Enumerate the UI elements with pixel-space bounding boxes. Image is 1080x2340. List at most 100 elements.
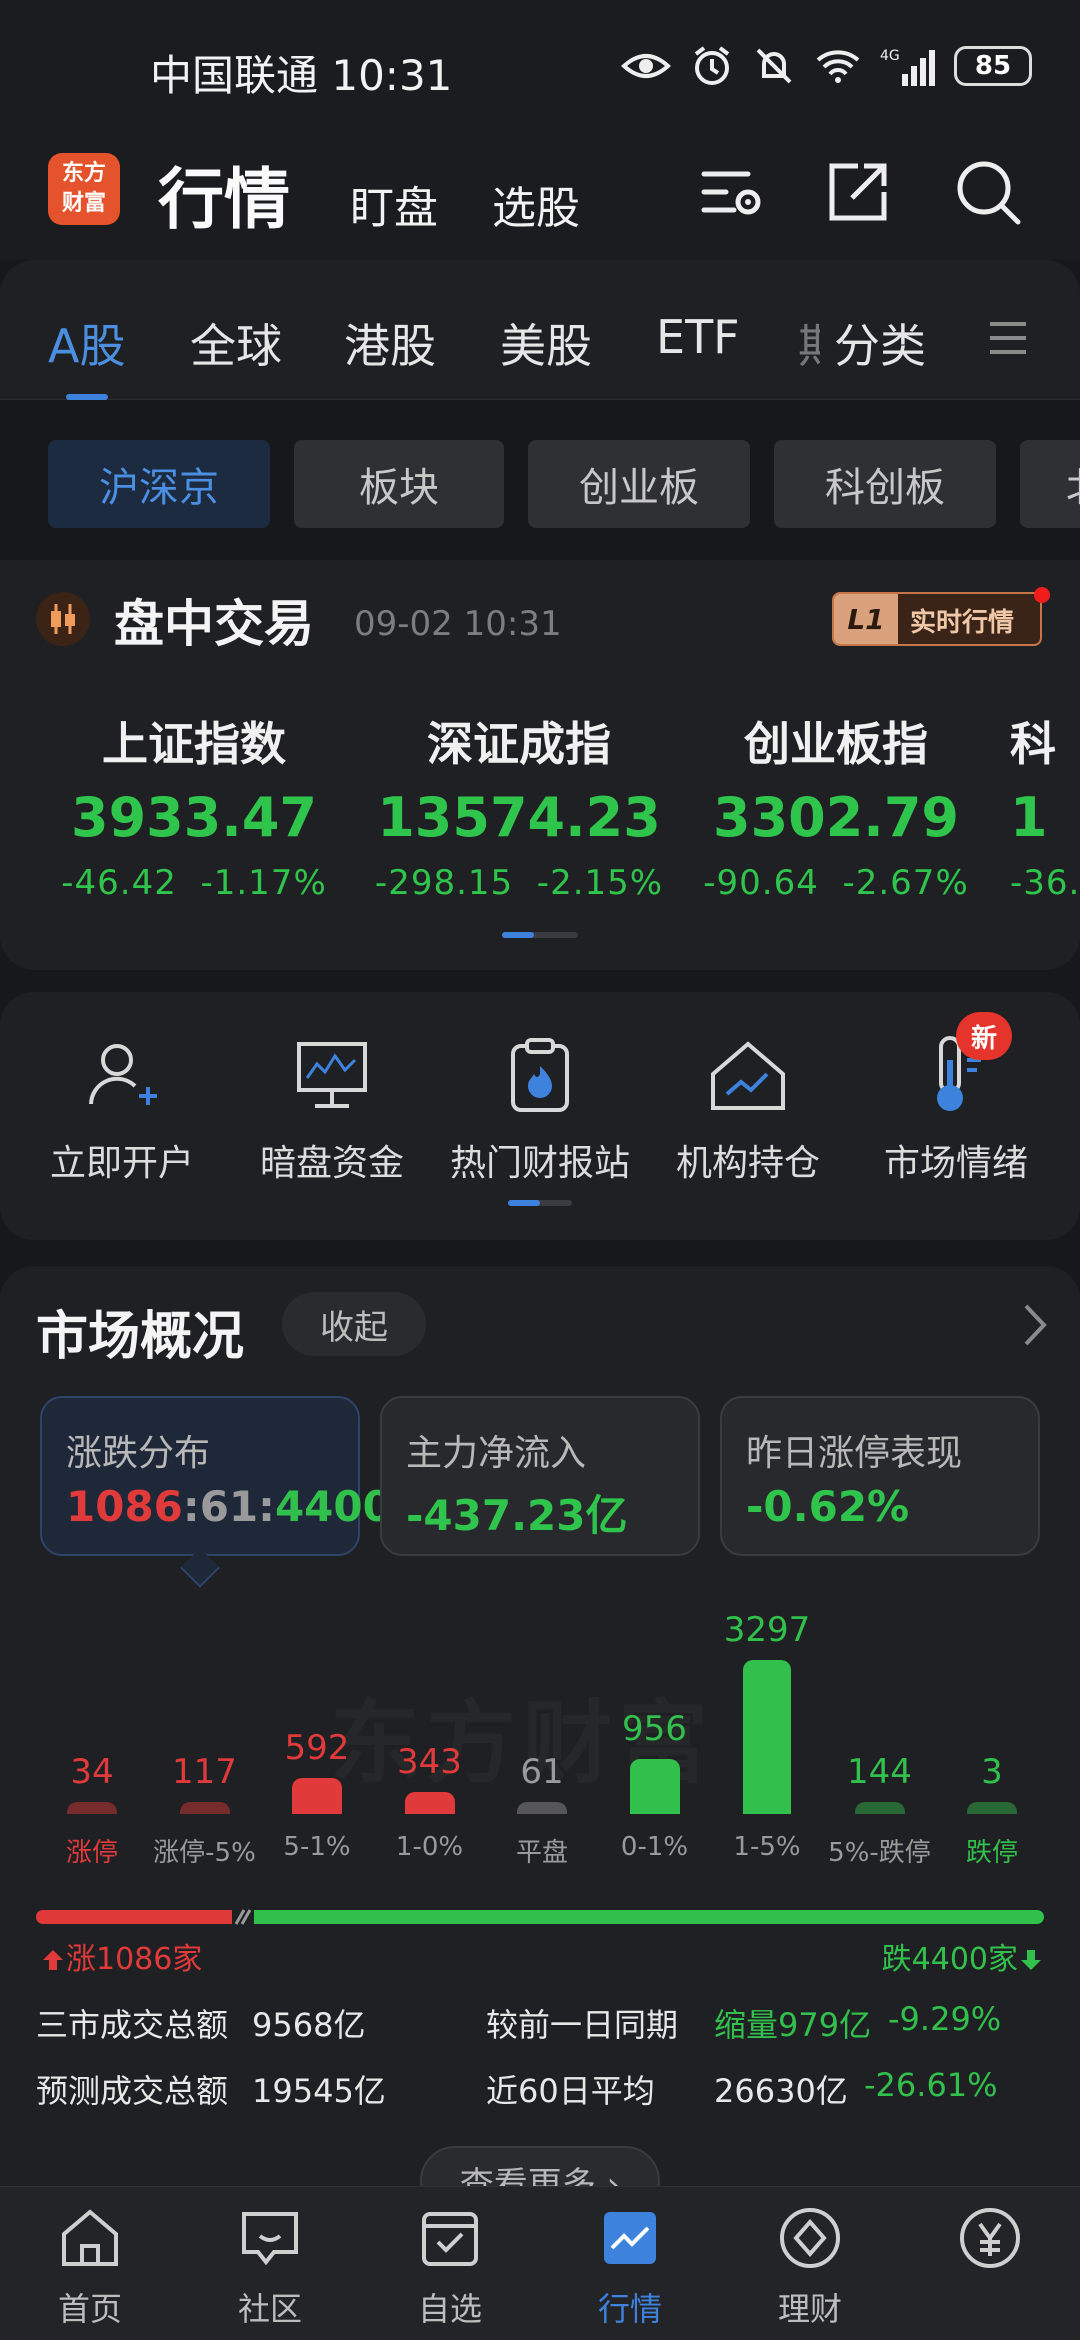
logo-text-bottom: 财富 [61, 191, 106, 216]
turnover-compare-value: 缩量979亿 [714, 2006, 872, 2044]
stat-label: 昨日涨停表现 [746, 1433, 963, 1474]
ratio-divider [234, 1909, 252, 1925]
home-icon [62, 2209, 118, 2266]
status-icons: 4G 85 [620, 44, 1032, 88]
turnover-total-label: 三市成交总额 [36, 2006, 229, 2044]
tab-global[interactable]: 全球 [190, 310, 282, 376]
status-bar: 中国联通 10:31 4G 85 [0, 0, 1080, 130]
arrow-down-icon [1021, 1950, 1041, 1970]
realtime-text: 实时行情 [910, 608, 1015, 638]
arrow-up-icon [43, 1950, 63, 1970]
tab-category[interactable]: 分类 [834, 310, 926, 376]
subtab-sector[interactable]: 板块 [294, 440, 504, 528]
alarm-icon [694, 46, 730, 85]
battery-indicator: 85 [954, 46, 1032, 86]
stat-limit-up-performance[interactable]: 昨日涨停表现 -0.62% [720, 1396, 1040, 1556]
filter-settings-icon[interactable] [696, 156, 768, 228]
collapse-button[interactable]: 收起 [282, 1292, 426, 1356]
app-logo[interactable]: 东方 财富 [48, 153, 120, 225]
nav-label: 首页 [57, 2290, 122, 2328]
nav-finance[interactable] [900, 2202, 1080, 2284]
tab-hk[interactable]: 港股 [344, 310, 436, 376]
tab-etf[interactable]: ETF [656, 310, 740, 364]
shortcut-open-account[interactable]: 立即开户 [22, 1030, 222, 1186]
subtab-gem[interactable]: 创业板 [528, 440, 750, 528]
mute-bell-icon [756, 48, 792, 84]
signal-icon: 4G [880, 48, 935, 86]
bar [517, 1802, 567, 1814]
nav-label: 社区 [237, 2290, 302, 2328]
turnover-compare-label: 较前一日同期 [486, 2006, 679, 2044]
shortcut-label: 暗盘资金 [259, 1143, 404, 1184]
turnover-forecast-value: 19545亿 [252, 2072, 386, 2110]
chevron-right-icon[interactable] [1020, 1300, 1050, 1350]
bar-category-label: 涨停 [65, 1838, 118, 1868]
index-change: -90.64 -2.67% [703, 863, 969, 903]
shortcut-earnings[interactable]: 热门财报站 [440, 1030, 640, 1186]
search-icon[interactable] [952, 156, 1024, 228]
stat-label: 涨跌分布 [66, 1433, 211, 1474]
index-value: 3302.79 [713, 786, 959, 849]
nav-watchlist[interactable]: 自选 [360, 2202, 540, 2330]
shortcut-dark-pool[interactable]: 暗盘资金 [232, 1030, 432, 1186]
turnover-total-value: 9568亿 [252, 2006, 366, 2044]
index-card-partial[interactable]: 科 1 -36. [1010, 708, 1080, 903]
bar-category-label: 5%-跌停 [828, 1838, 931, 1868]
nav-market[interactable]: 行情 [540, 2202, 720, 2330]
nav-wealth[interactable]: 理财 [720, 2202, 900, 2330]
new-badge: 新 [956, 1012, 1012, 1060]
l1-level: L1 [834, 594, 898, 644]
market-chart-icon [604, 2212, 656, 2264]
subtab-hs[interactable]: 沪深京 [48, 440, 270, 528]
fall-count-label: 跌4400家 [882, 1934, 1044, 1978]
eye-icon [621, 54, 671, 78]
bar-value-label: 956 [622, 1709, 687, 1749]
active-tab-indicator [66, 394, 108, 400]
nav-label: 自选 [417, 2290, 482, 2328]
carrier-time: 中国联通 10:31 [150, 51, 453, 100]
index-value: 3933.47 [71, 786, 317, 849]
tab-a-shares[interactable]: A股 [48, 310, 125, 376]
bar-category-label: 跌停 [965, 1838, 1018, 1868]
subtab-bj[interactable]: 北 [1020, 440, 1080, 528]
stat-rise-fall[interactable]: 涨跌分布 1086:61:4400 [40, 1396, 392, 1556]
overview-title: 市场概况 [36, 1307, 245, 1367]
diamond-icon [780, 2208, 840, 2268]
index-value: 13574.23 [377, 786, 661, 849]
bar [67, 1802, 117, 1814]
shortcut-sentiment[interactable]: 市场情绪 [856, 1030, 1056, 1186]
bar-category-label: 1-5% [733, 1832, 801, 1862]
tab-futures[interactable]: 期 [798, 310, 820, 376]
shortcut-label: 市场情绪 [883, 1143, 1028, 1184]
watch-link[interactable]: 盯盘 [350, 172, 438, 236]
menu-icon[interactable] [988, 320, 1028, 356]
shortcut-pager-thumb [508, 1200, 540, 1206]
house-chart-icon [711, 1041, 785, 1110]
share-icon[interactable] [822, 156, 894, 228]
shortcut-institution[interactable]: 机构持仓 [648, 1030, 848, 1186]
rise-count-label: 涨1086家 [40, 1934, 202, 1978]
index-card[interactable]: 创业板指 3302.79 -90.64 -2.67% [686, 708, 986, 903]
index-name: 上证指数 [102, 717, 286, 771]
clipboard-fire-icon [511, 1038, 569, 1112]
bar [179, 1802, 230, 1814]
bar [629, 1759, 680, 1814]
svg-text:4G: 4G [880, 48, 900, 64]
fall-ratio-bar [254, 1910, 1044, 1924]
notification-dot [1034, 587, 1050, 603]
bar-category-label: 涨停-5% [153, 1838, 256, 1868]
stat-net-inflow[interactable]: 主力净流入 -437.23亿 [380, 1396, 700, 1556]
bar-value-label: 3 [981, 1752, 1003, 1792]
app-header: 东方 财富 行情 盯盘 选股 [0, 130, 1080, 260]
stock-picker-link[interactable]: 选股 [492, 172, 580, 236]
index-name: 科 [1010, 717, 1056, 771]
subtab-star[interactable]: 科创板 [774, 440, 996, 528]
index-change: -298.15 -2.15% [374, 863, 664, 903]
index-card[interactable]: 上证指数 3933.47 -46.42 -1.17% [44, 708, 344, 903]
nav-community[interactable]: 社区 [180, 2202, 360, 2330]
tab-us[interactable]: 美股 [500, 310, 592, 376]
index-card[interactable]: 深证成指 13574.23 -298.15 -2.15% [364, 708, 674, 903]
nav-home[interactable]: 首页 [0, 2202, 180, 2330]
realtime-badge[interactable]: L1 实时行情 [832, 592, 1042, 646]
nav-label: 理财 [777, 2290, 842, 2328]
